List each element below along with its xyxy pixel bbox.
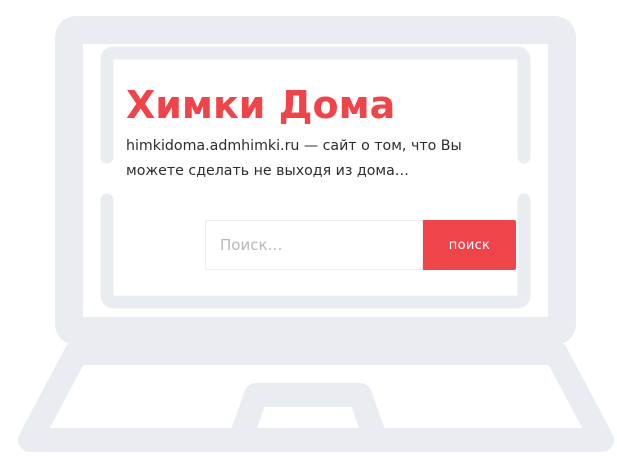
search-form: поиск	[205, 220, 517, 270]
search-input[interactable]	[205, 220, 423, 270]
site-description: himkidoma.admhimki.ru — сайт о том, что …	[126, 138, 462, 179]
search-button[interactable]: поиск	[423, 220, 516, 270]
screen-content: Химки Дома himkidoma.admhimki.ru — сайт …	[126, 82, 526, 282]
site-title[interactable]: Химки Дома	[126, 82, 395, 128]
